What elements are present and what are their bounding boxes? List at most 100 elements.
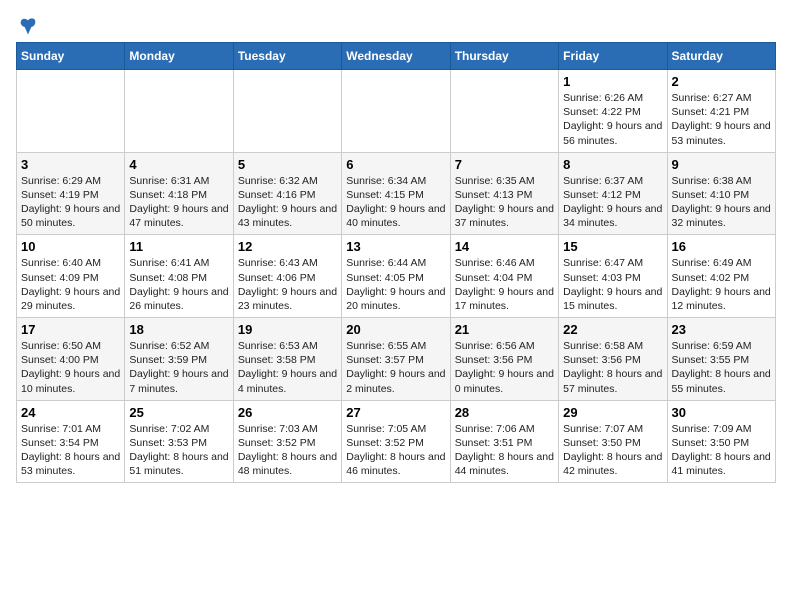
day-info: Sunrise: 7:03 AM Sunset: 3:52 PM Dayligh… bbox=[238, 422, 337, 479]
calendar-cell: 24 Sunrise: 7:01 AM Sunset: 3:54 PM Dayli… bbox=[17, 400, 125, 483]
day-info: Sunrise: 6:46 AM Sunset: 4:04 PM Dayligh… bbox=[455, 256, 554, 313]
day-info: Sunrise: 6:52 AM Sunset: 3:59 PM Dayligh… bbox=[129, 339, 228, 396]
day-info: Sunrise: 6:32 AM Sunset: 4:16 PM Dayligh… bbox=[238, 174, 337, 231]
day-number: 10 bbox=[21, 239, 120, 254]
col-header-sunday: Sunday bbox=[17, 43, 125, 70]
calendar-week-1: 1 Sunrise: 6:26 AM Sunset: 4:22 PM Daylig… bbox=[17, 70, 776, 153]
day-info: Sunrise: 6:49 AM Sunset: 4:02 PM Dayligh… bbox=[672, 256, 771, 313]
day-info: Sunrise: 7:07 AM Sunset: 3:50 PM Dayligh… bbox=[563, 422, 662, 479]
day-info: Sunrise: 6:43 AM Sunset: 4:06 PM Dayligh… bbox=[238, 256, 337, 313]
day-number: 23 bbox=[672, 322, 771, 337]
day-number: 30 bbox=[672, 405, 771, 420]
day-number: 2 bbox=[672, 74, 771, 89]
logo-bird-icon bbox=[18, 16, 38, 38]
day-info: Sunrise: 6:38 AM Sunset: 4:10 PM Dayligh… bbox=[672, 174, 771, 231]
day-number: 1 bbox=[563, 74, 662, 89]
calendar-week-5: 24 Sunrise: 7:01 AM Sunset: 3:54 PM Dayli… bbox=[17, 400, 776, 483]
calendar-cell: 26Sunrise: 7:03 AM Sunset: 3:52 PM Dayli… bbox=[233, 400, 341, 483]
day-info: Sunrise: 6:47 AM Sunset: 4:03 PM Dayligh… bbox=[563, 256, 662, 313]
day-info: Sunrise: 6:59 AM Sunset: 3:55 PM Dayligh… bbox=[672, 339, 771, 396]
day-number: 7 bbox=[455, 157, 554, 172]
calendar-cell: 22Sunrise: 6:58 AM Sunset: 3:56 PM Dayli… bbox=[559, 318, 667, 401]
day-info: Sunrise: 6:34 AM Sunset: 4:15 PM Dayligh… bbox=[346, 174, 445, 231]
calendar-cell: 3 Sunrise: 6:29 AM Sunset: 4:19 PM Daylig… bbox=[17, 152, 125, 235]
calendar-cell: 8 Sunrise: 6:37 AM Sunset: 4:12 PM Daylig… bbox=[559, 152, 667, 235]
calendar-cell: 9 Sunrise: 6:38 AM Sunset: 4:10 PM Daylig… bbox=[667, 152, 775, 235]
day-info: Sunrise: 6:26 AM Sunset: 4:22 PM Dayligh… bbox=[563, 91, 662, 148]
col-header-saturday: Saturday bbox=[667, 43, 775, 70]
calendar-cell: 25 Sunrise: 7:02 AM Sunset: 3:53 PM Dayli… bbox=[125, 400, 233, 483]
day-info: Sunrise: 7:01 AM Sunset: 3:54 PM Dayligh… bbox=[21, 422, 120, 479]
day-number: 5 bbox=[238, 157, 337, 172]
calendar-cell: 29 Sunrise: 7:07 AM Sunset: 3:50 PM Dayli… bbox=[559, 400, 667, 483]
calendar-cell bbox=[233, 70, 341, 153]
day-number: 8 bbox=[563, 157, 662, 172]
day-number: 22 bbox=[563, 322, 662, 337]
calendar-cell: 27Sunrise: 7:05 AM Sunset: 3:52 PM Dayli… bbox=[342, 400, 450, 483]
day-number: 17 bbox=[21, 322, 120, 337]
calendar-week-3: 10 Sunrise: 6:40 AM Sunset: 4:09 PM Dayli… bbox=[17, 235, 776, 318]
calendar-cell: 17 Sunrise: 6:50 AM Sunset: 4:00 PM Dayli… bbox=[17, 318, 125, 401]
day-info: Sunrise: 7:09 AM Sunset: 3:50 PM Dayligh… bbox=[672, 422, 771, 479]
col-header-thursday: Thursday bbox=[450, 43, 558, 70]
day-info: Sunrise: 6:40 AM Sunset: 4:09 PM Dayligh… bbox=[21, 256, 120, 313]
calendar-cell: 2 Sunrise: 6:27 AM Sunset: 4:21 PM Daylig… bbox=[667, 70, 775, 153]
day-number: 13 bbox=[346, 239, 445, 254]
day-info: Sunrise: 6:37 AM Sunset: 4:12 PM Dayligh… bbox=[563, 174, 662, 231]
day-info: Sunrise: 6:56 AM Sunset: 3:56 PM Dayligh… bbox=[455, 339, 554, 396]
day-number: 24 bbox=[21, 405, 120, 420]
day-number: 11 bbox=[129, 239, 228, 254]
day-number: 9 bbox=[672, 157, 771, 172]
calendar-cell: 4 Sunrise: 6:31 AM Sunset: 4:18 PM Daylig… bbox=[125, 152, 233, 235]
day-number: 19 bbox=[238, 322, 337, 337]
logo bbox=[16, 16, 38, 34]
calendar-cell: 20 Sunrise: 6:55 AM Sunset: 3:57 PM Dayli… bbox=[342, 318, 450, 401]
day-number: 6 bbox=[346, 157, 445, 172]
calendar-cell: 7 Sunrise: 6:35 AM Sunset: 4:13 PM Daylig… bbox=[450, 152, 558, 235]
calendar-cell: 21 Sunrise: 6:56 AM Sunset: 3:56 PM Dayli… bbox=[450, 318, 558, 401]
day-number: 29 bbox=[563, 405, 662, 420]
col-header-friday: Friday bbox=[559, 43, 667, 70]
calendar-cell: 6 Sunrise: 6:34 AM Sunset: 4:15 PM Daylig… bbox=[342, 152, 450, 235]
day-number: 20 bbox=[346, 322, 445, 337]
calendar-cell: 18 Sunrise: 6:52 AM Sunset: 3:59 PM Dayli… bbox=[125, 318, 233, 401]
day-number: 21 bbox=[455, 322, 554, 337]
day-number: 12 bbox=[238, 239, 337, 254]
calendar-cell: 14Sunrise: 6:46 AM Sunset: 4:04 PM Dayli… bbox=[450, 235, 558, 318]
calendar-cell: 10 Sunrise: 6:40 AM Sunset: 4:09 PM Dayli… bbox=[17, 235, 125, 318]
calendar-cell: 5 Sunrise: 6:32 AM Sunset: 4:16 PM Daylig… bbox=[233, 152, 341, 235]
day-number: 25 bbox=[129, 405, 228, 420]
calendar-cell: 11 Sunrise: 6:41 AM Sunset: 4:08 PM Dayli… bbox=[125, 235, 233, 318]
calendar-cell: 13 Sunrise: 6:44 AM Sunset: 4:05 PM Dayli… bbox=[342, 235, 450, 318]
col-header-tuesday: Tuesday bbox=[233, 43, 341, 70]
calendar-cell: 23 Sunrise: 6:59 AM Sunset: 3:55 PM Dayli… bbox=[667, 318, 775, 401]
day-number: 18 bbox=[129, 322, 228, 337]
calendar-week-2: 3 Sunrise: 6:29 AM Sunset: 4:19 PM Daylig… bbox=[17, 152, 776, 235]
calendar-table: SundayMondayTuesdayWednesdayThursdayFrid… bbox=[16, 42, 776, 483]
day-info: Sunrise: 6:55 AM Sunset: 3:57 PM Dayligh… bbox=[346, 339, 445, 396]
col-header-monday: Monday bbox=[125, 43, 233, 70]
day-number: 16 bbox=[672, 239, 771, 254]
calendar-week-4: 17 Sunrise: 6:50 AM Sunset: 4:00 PM Dayli… bbox=[17, 318, 776, 401]
calendar-cell: 12 Sunrise: 6:43 AM Sunset: 4:06 PM Dayli… bbox=[233, 235, 341, 318]
day-info: Sunrise: 6:53 AM Sunset: 3:58 PM Dayligh… bbox=[238, 339, 337, 396]
day-info: Sunrise: 6:27 AM Sunset: 4:21 PM Dayligh… bbox=[672, 91, 771, 148]
day-info: Sunrise: 6:44 AM Sunset: 4:05 PM Dayligh… bbox=[346, 256, 445, 313]
day-info: Sunrise: 6:41 AM Sunset: 4:08 PM Dayligh… bbox=[129, 256, 228, 313]
calendar-cell bbox=[450, 70, 558, 153]
day-info: Sunrise: 6:29 AM Sunset: 4:19 PM Dayligh… bbox=[21, 174, 120, 231]
day-info: Sunrise: 6:50 AM Sunset: 4:00 PM Dayligh… bbox=[21, 339, 120, 396]
calendar-cell: 15 Sunrise: 6:47 AM Sunset: 4:03 PM Dayli… bbox=[559, 235, 667, 318]
day-info: Sunrise: 7:02 AM Sunset: 3:53 PM Dayligh… bbox=[129, 422, 228, 479]
day-info: Sunrise: 6:35 AM Sunset: 4:13 PM Dayligh… bbox=[455, 174, 554, 231]
day-number: 4 bbox=[129, 157, 228, 172]
day-info: Sunrise: 7:06 AM Sunset: 3:51 PM Dayligh… bbox=[455, 422, 554, 479]
day-info: Sunrise: 6:31 AM Sunset: 4:18 PM Dayligh… bbox=[129, 174, 228, 231]
calendar-cell bbox=[17, 70, 125, 153]
calendar-cell: 1 Sunrise: 6:26 AM Sunset: 4:22 PM Daylig… bbox=[559, 70, 667, 153]
day-number: 15 bbox=[563, 239, 662, 254]
calendar-cell: 30 Sunrise: 7:09 AM Sunset: 3:50 PM Dayli… bbox=[667, 400, 775, 483]
col-header-wednesday: Wednesday bbox=[342, 43, 450, 70]
day-number: 3 bbox=[21, 157, 120, 172]
day-info: Sunrise: 7:05 AM Sunset: 3:52 PM Dayligh… bbox=[346, 422, 445, 479]
